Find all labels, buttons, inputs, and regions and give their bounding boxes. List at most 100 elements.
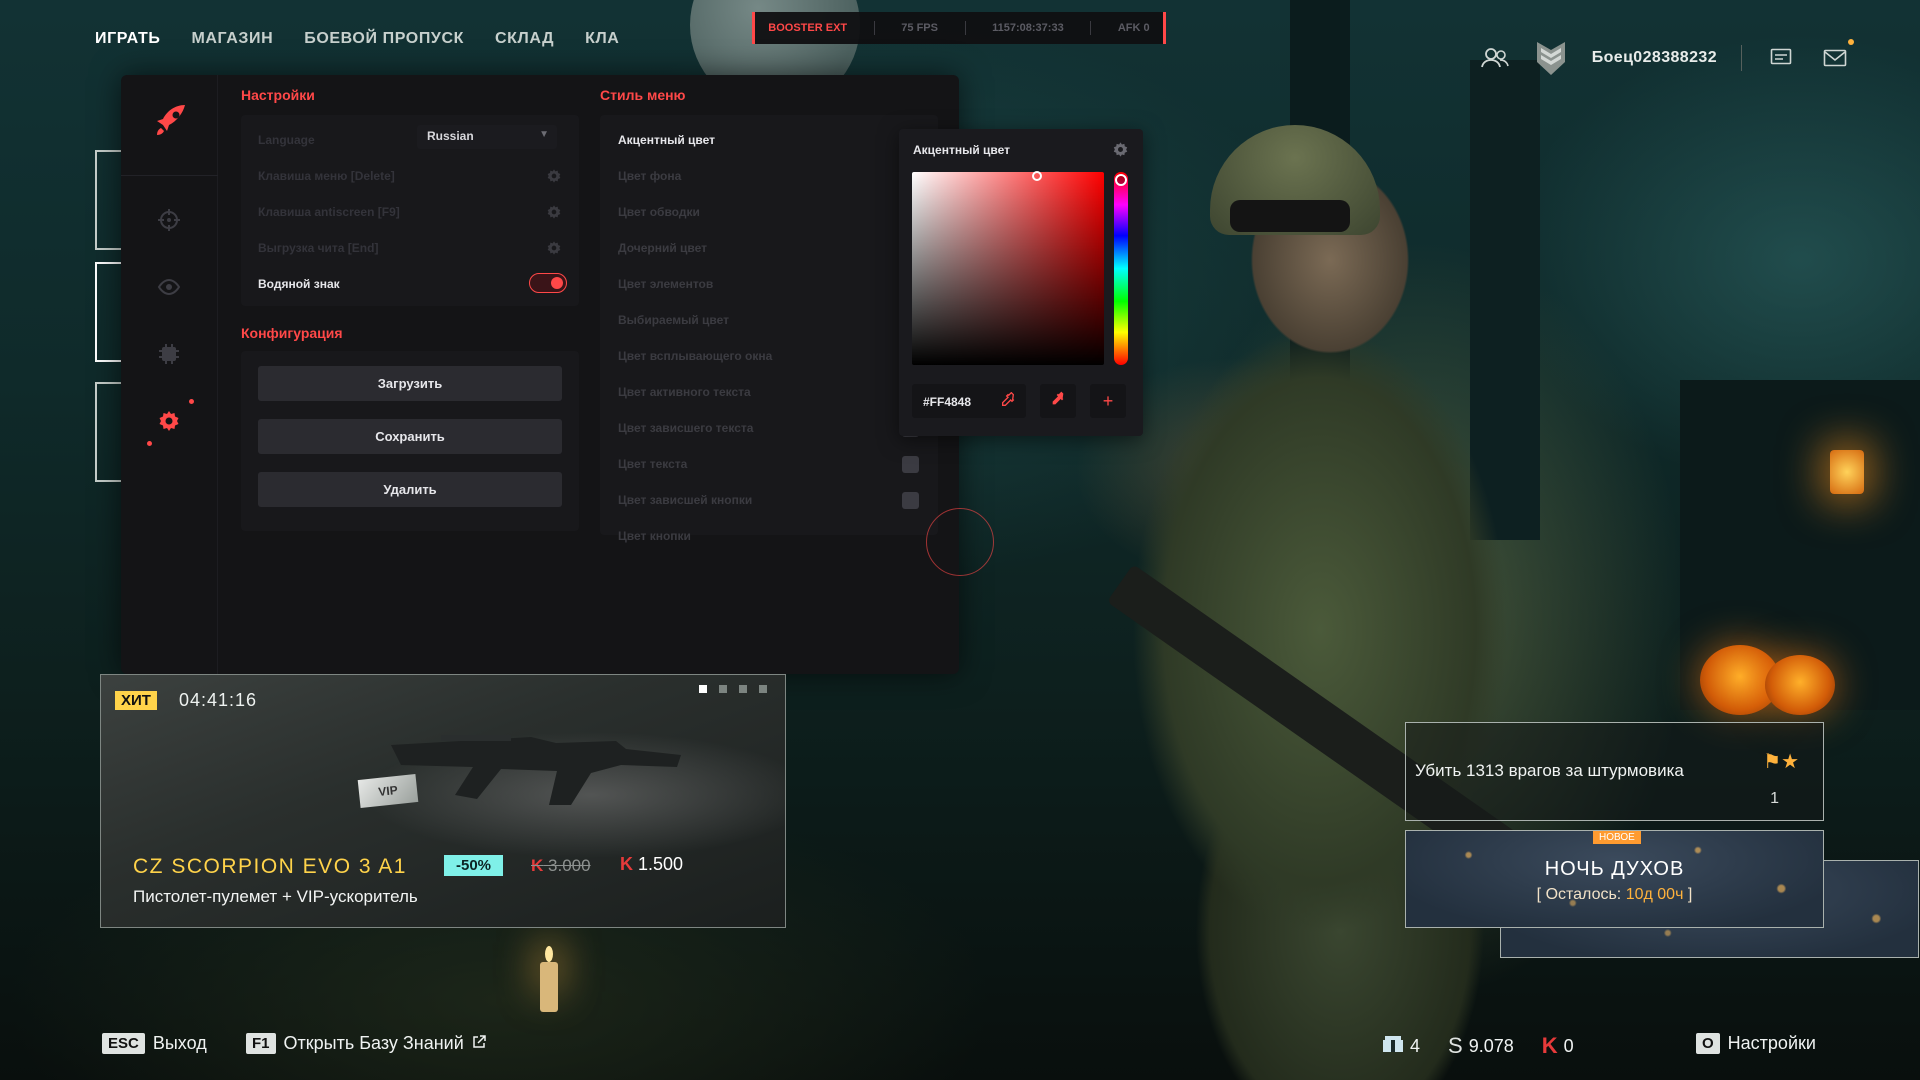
active-indicator: [147, 441, 152, 446]
color-swatch[interactable]: [902, 492, 919, 509]
side-thumbnail[interactable]: [95, 150, 123, 250]
hue-slider[interactable]: [1114, 172, 1128, 365]
discount-badge: -50%: [444, 855, 504, 876]
saturation-value-area[interactable]: [912, 172, 1104, 365]
menu-style-box: Акцентный цвет Цвет фона Цвет обводки До…: [600, 115, 938, 543]
gear-icon[interactable]: [546, 168, 562, 184]
weapon-image: [391, 735, 681, 805]
nav-shop[interactable]: МАГАЗИН: [191, 30, 273, 48]
language-label: Language: [258, 133, 315, 147]
language-select[interactable]: Russian ▼: [417, 125, 557, 149]
add-color-button[interactable]: +: [1090, 384, 1126, 418]
fps-counter: 75 FPS: [901, 22, 938, 34]
menu-sidebar: [121, 75, 218, 674]
silver-value: 9.078: [1468, 1035, 1514, 1056]
carousel-dot[interactable]: [699, 685, 707, 693]
gear-icon[interactable]: [157, 409, 181, 433]
save-config-button[interactable]: Сохранить: [258, 419, 562, 454]
castle-tower: [1470, 60, 1540, 540]
weapon-description: Пистолет-пулемет + VIP-ускоритель: [133, 887, 418, 906]
style-active-text-color[interactable]: Цвет активного текста: [618, 385, 751, 399]
booster-label: BOOSTER EXT: [768, 22, 848, 34]
castle-wall: [1680, 380, 1920, 710]
eyedropper-button[interactable]: [1040, 384, 1076, 418]
saturation-knob[interactable]: [1032, 171, 1042, 181]
divider: [964, 21, 966, 35]
style-outline-color[interactable]: Цвет обводки: [618, 205, 700, 219]
castle-tower: [1290, 0, 1350, 430]
gear-icon[interactable]: [546, 204, 562, 220]
soldier-helmet: [1210, 125, 1380, 235]
hue-knob[interactable]: [1115, 174, 1127, 186]
side-thumbnail[interactable]: [95, 262, 123, 362]
carousel-dot[interactable]: [739, 685, 747, 693]
kredits-stat[interactable]: K 0: [1542, 1033, 1574, 1059]
boxes-stat[interactable]: 4: [1382, 1035, 1420, 1058]
soldier-goggles: [1230, 200, 1350, 232]
promo-timer: 04:41:16: [179, 690, 258, 710]
style-bg-color[interactable]: Цвет фона: [618, 169, 681, 183]
style-child-color[interactable]: Дочерний цвет: [618, 241, 707, 255]
mail-icon[interactable]: [1820, 39, 1854, 69]
new-price: K 1.500: [620, 854, 683, 875]
nav-clan[interactable]: КЛА: [585, 30, 619, 48]
eyedropper-icon[interactable]: [1000, 391, 1016, 411]
language-value: Russian: [427, 129, 474, 143]
watermark-toggle[interactable]: [529, 273, 567, 293]
username[interactable]: Боец028388232: [1592, 49, 1717, 67]
nav-play[interactable]: ИГРАТЬ: [95, 30, 160, 48]
eyedropper-icon: [1050, 391, 1066, 412]
chevron-down-icon: ▼: [539, 129, 549, 140]
settings-label: Настройки: [1727, 1033, 1816, 1053]
picker-title: Акцентный цвет: [913, 143, 1011, 157]
style-accent-color[interactable]: Акцентный цвет: [618, 133, 715, 147]
color-swatch[interactable]: [902, 456, 919, 473]
side-thumbnail[interactable]: [95, 382, 123, 482]
nav-battle-pass[interactable]: БОЕВОЙ ПРОПУСК: [304, 30, 464, 48]
knowledge-base-hint[interactable]: F1 Открыть Базу Знаний: [246, 1033, 486, 1054]
chip-icon[interactable]: [157, 342, 181, 366]
kredit-icon: K: [1541, 1033, 1558, 1058]
exit-hint[interactable]: ESC Выход: [102, 1033, 207, 1054]
style-hovered-text-color[interactable]: Цвет зависшего текста: [618, 421, 753, 435]
style-elements-color[interactable]: Цвет элементов: [618, 277, 713, 291]
style-hovered-button-color[interactable]: Цвет зависшей кнопки: [618, 493, 752, 507]
style-popup-color[interactable]: Цвет всплывающего окна: [618, 349, 772, 363]
eye-icon[interactable]: [157, 275, 181, 299]
mission-card[interactable]: Убить 1313 врагов за штурмовика ⚑★ 1: [1405, 722, 1824, 821]
style-selected-color[interactable]: Выбираемый цвет: [618, 313, 729, 327]
load-config-button[interactable]: Загрузить: [258, 366, 562, 401]
promo-card[interactable]: VIP ХИТ 04:41:16 CZ SCORPION EVO 3 A1 -5…: [100, 674, 786, 928]
crosshair-icon[interactable]: [157, 208, 181, 232]
gear-icon[interactable]: [1112, 141, 1129, 163]
mission-text: Убить 1313 врагов за штурмовика: [1415, 761, 1684, 780]
cheat-menu-panel: Настройки Language Russian ▼ Клавиша мен…: [121, 75, 994, 674]
mission-count: 1: [1770, 790, 1779, 807]
silver-stat[interactable]: S 9.078: [1448, 1033, 1514, 1059]
currency-bar: 4 S 9.078 K 0: [1382, 1033, 1574, 1059]
weapon-name: CZ SCORPION EVO 3 A1: [133, 855, 407, 878]
nav-warehouse[interactable]: СКЛАД: [495, 30, 554, 48]
gear-icon[interactable]: [546, 240, 562, 256]
config-title: Конфигурация: [241, 325, 343, 341]
carousel-dot[interactable]: [719, 685, 727, 693]
carousel-dot[interactable]: [759, 685, 767, 693]
unload-label: Выгрузка чита [End]: [258, 241, 379, 255]
style-text-color[interactable]: Цвет текста: [618, 457, 687, 471]
chat-icon[interactable]: [1766, 47, 1796, 69]
f1-key: F1: [246, 1033, 276, 1054]
rank-icon[interactable]: [1534, 38, 1568, 78]
event-banner[interactable]: НОВОЕ НОЧЬ ДУХОВ [ Осталось: 10д 00ч ]: [1405, 830, 1824, 928]
hex-input[interactable]: #FF4848: [912, 384, 1026, 418]
delete-config-button[interactable]: Удалить: [258, 472, 562, 507]
style-button-color[interactable]: Цвет кнопки: [618, 529, 691, 543]
kredit-icon: K: [620, 854, 633, 874]
divider: [1741, 45, 1742, 71]
settings-hint[interactable]: O Настройки: [1696, 1033, 1816, 1054]
remaining-value: 10д 00ч: [1625, 886, 1684, 903]
profile-bar: Боец028388232: [1480, 38, 1854, 78]
event-title: НОЧЬ ДУХОВ: [1544, 858, 1685, 880]
old-price: K 3.000: [531, 856, 591, 876]
friends-icon[interactable]: [1480, 47, 1510, 69]
watermark-label: Водяной знак: [258, 277, 340, 291]
